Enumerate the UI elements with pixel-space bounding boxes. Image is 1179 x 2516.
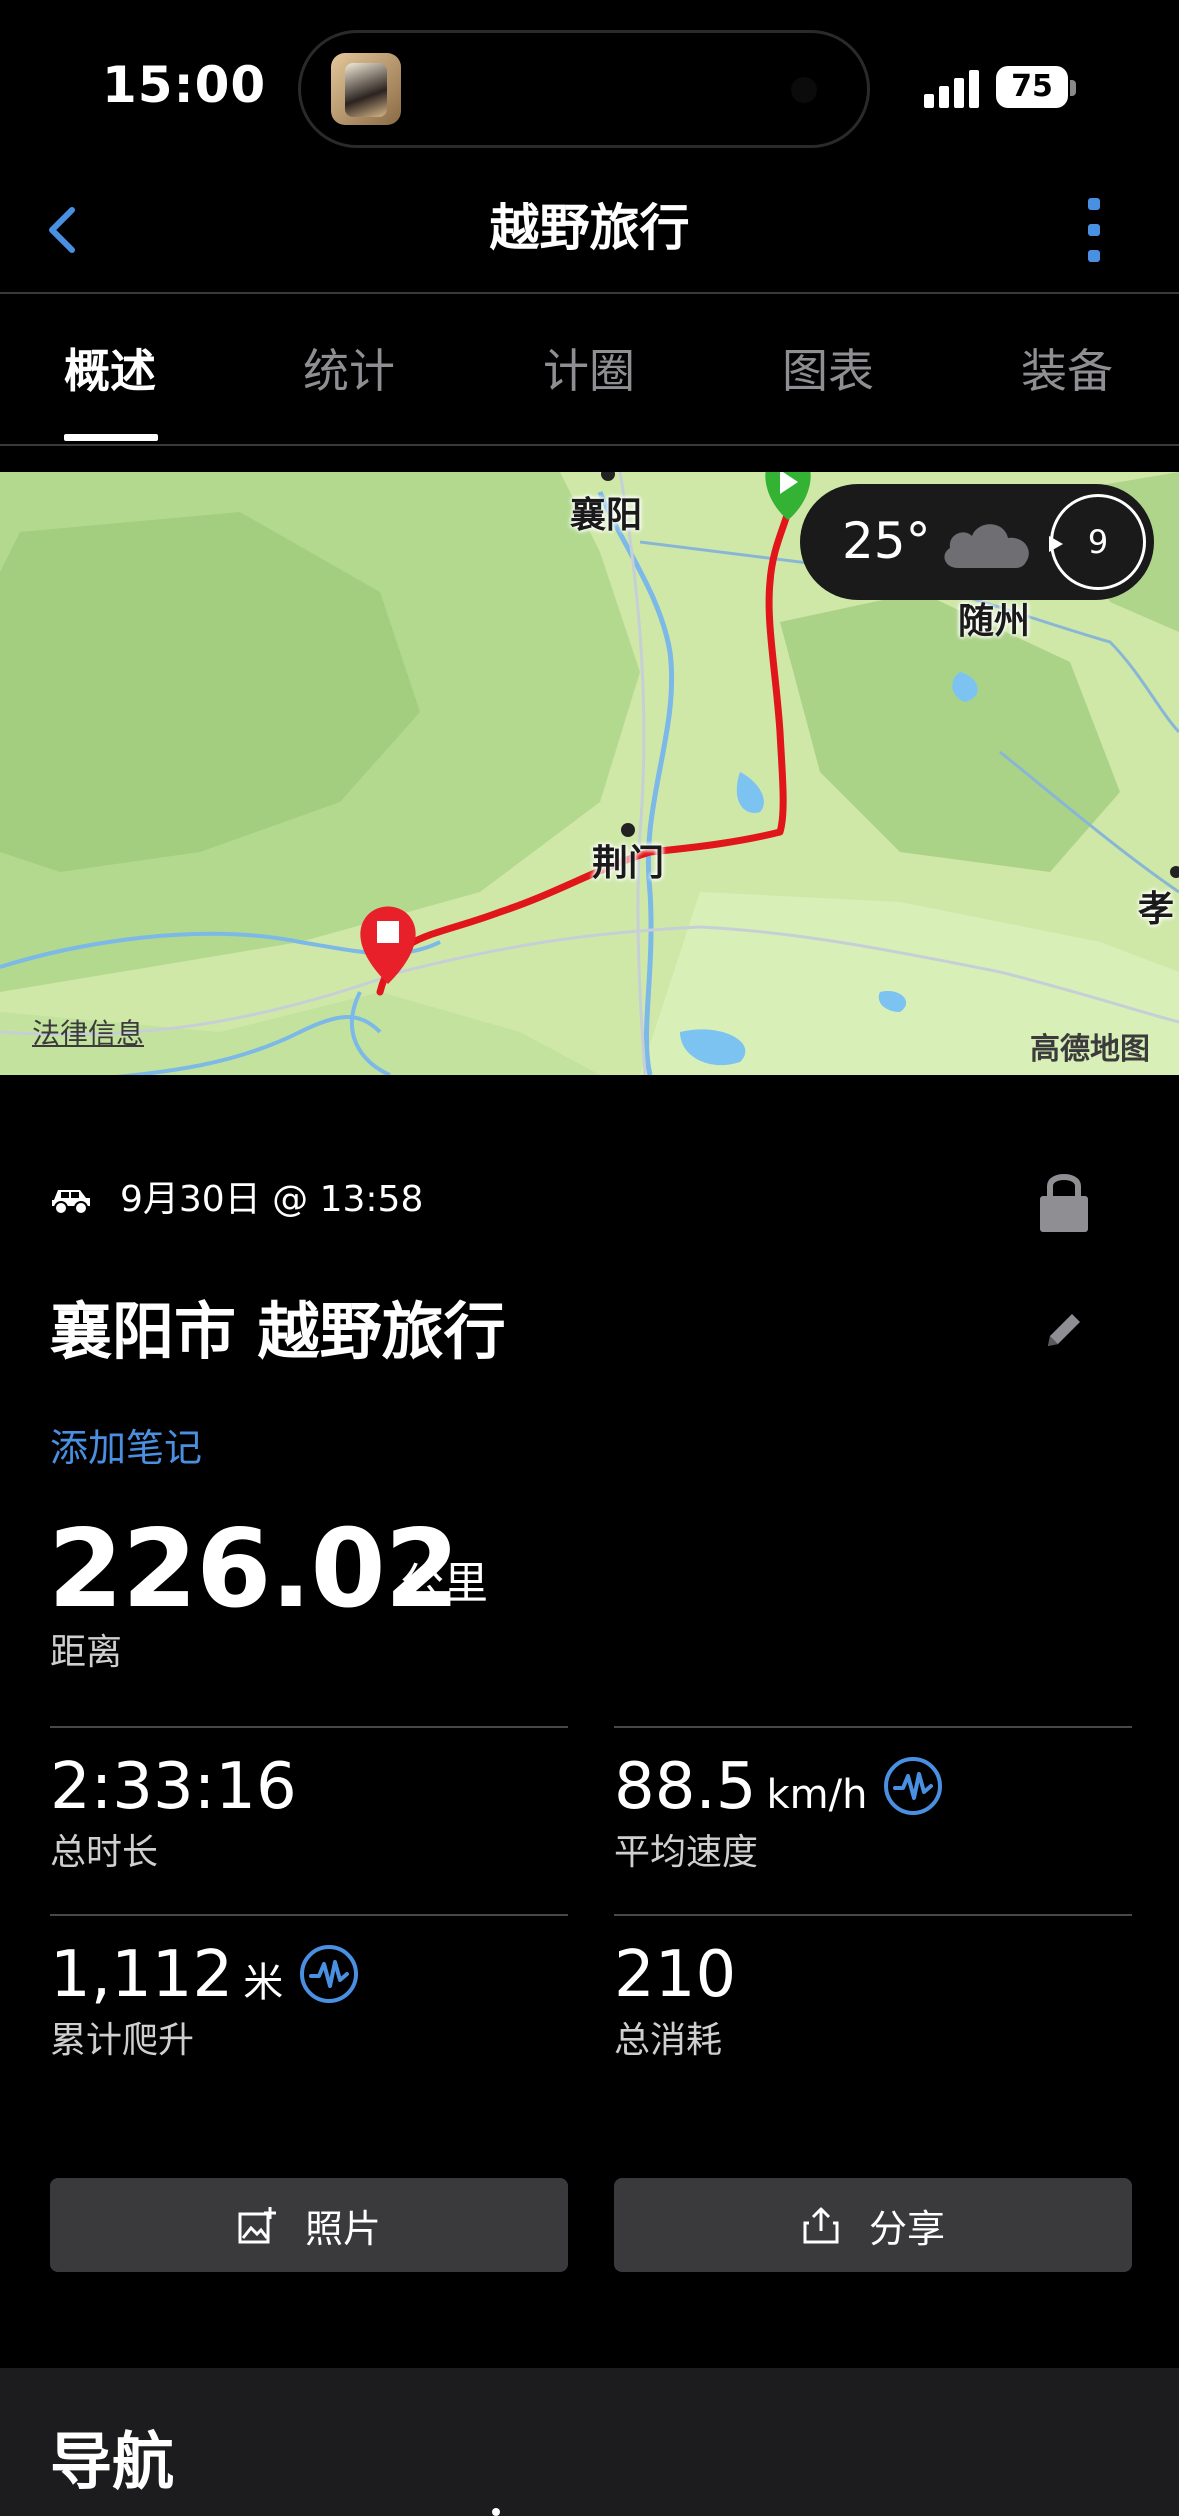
map-label-xiao: 孝	[1138, 889, 1175, 930]
stat-value: 2:33:16	[50, 1750, 297, 1824]
stat-calories: 210 总消耗	[614, 1914, 1132, 2084]
share-icon	[803, 2207, 839, 2244]
weather-temperature: 25°	[842, 512, 931, 570]
stat-unit: km/h	[766, 1772, 868, 1818]
pulse-chart-icon[interactable]	[883, 1756, 943, 1816]
cellular-signal-icon	[924, 68, 982, 108]
tab-gear[interactable]: 装备	[967, 340, 1167, 402]
share-button-label: 分享	[868, 2206, 945, 2251]
map-label-xiangyang: 襄阳	[570, 495, 643, 536]
pencil-icon[interactable]	[1040, 1306, 1088, 1354]
stat-avg-speed[interactable]: 88.5 km/h 平均速度	[614, 1726, 1132, 1896]
wind-speed: 9	[1087, 523, 1109, 561]
offroad-car-icon	[52, 1190, 90, 1215]
dynamic-island[interactable]	[298, 30, 870, 148]
stat-total-time: 2:33:16 总时长	[50, 1726, 568, 1896]
tab-stats[interactable]: 统计	[249, 340, 449, 402]
end-marker-icon[interactable]	[360, 906, 416, 985]
top-navigation-bar: 越野旅行	[0, 170, 1179, 294]
map-legal-link[interactable]: 法律信息	[32, 1012, 144, 1052]
section-tabs: 概述 统计 计圈 图表 装备	[0, 296, 1179, 446]
battery-tip	[1070, 80, 1076, 96]
add-photo-icon	[238, 2207, 276, 2244]
stat-value: 210	[614, 1938, 737, 2012]
distance-unit: 公里	[400, 1558, 488, 1609]
share-button[interactable]: 分享	[614, 2178, 1132, 2272]
distance-value: 226.02	[48, 1507, 460, 1632]
wind-indicator: 9	[1049, 494, 1146, 590]
stat-unit: 米	[243, 1960, 284, 2006]
navigation-section: 导航	[0, 2368, 1179, 2516]
stat-label: 总消耗	[614, 2020, 723, 2061]
start-marker-icon[interactable]	[765, 472, 811, 520]
status-time: 15:00	[102, 56, 267, 114]
tab-laps[interactable]: 计圈	[489, 340, 689, 402]
more-vertical-icon	[1088, 198, 1100, 210]
status-bar: 15:00 75	[0, 0, 1179, 170]
tab-charts[interactable]: 图表	[728, 340, 928, 402]
stat-label: 总时长	[50, 1832, 159, 1873]
now-playing-artwork[interactable]	[331, 53, 401, 125]
add-note-link[interactable]: 添加笔记	[50, 1418, 202, 1478]
cloud-icon	[944, 524, 1029, 568]
activity-title: 襄阳市 越野旅行	[50, 1295, 506, 1368]
scroll-dot	[492, 2508, 500, 2516]
photos-button[interactable]: 照片	[50, 2178, 568, 2272]
photos-button-label: 照片	[304, 2206, 381, 2251]
map-provider-logo: 高德地图	[1030, 1032, 1150, 1067]
navigation-section-title: 导航	[50, 2425, 175, 2498]
page-title: 越野旅行	[489, 199, 690, 257]
map-label-jingmen: 荆门	[592, 843, 665, 884]
active-tab-indicator	[64, 434, 158, 441]
tab-overview[interactable]: 概述	[10, 340, 210, 402]
distance-label: 距离	[50, 1632, 123, 1673]
lock-icon[interactable]	[1036, 1168, 1092, 1234]
pulse-chart-icon[interactable]	[299, 1944, 359, 2004]
activity-meta: 9月30日 @ 13:58	[50, 1172, 1150, 1228]
activity-date: 9月30日 @ 13:58	[120, 1179, 424, 1220]
weather-widget[interactable]: 25° 9	[800, 484, 1154, 600]
camera-icon	[791, 77, 817, 103]
battery-indicator: 75	[996, 66, 1068, 108]
stat-total-ascent[interactable]: 1,112 米 累计爬升	[50, 1914, 568, 2084]
more-options-button[interactable]	[1070, 194, 1120, 272]
stat-label: 平均速度	[614, 1832, 759, 1873]
stat-label: 累计爬升	[50, 2020, 195, 2061]
